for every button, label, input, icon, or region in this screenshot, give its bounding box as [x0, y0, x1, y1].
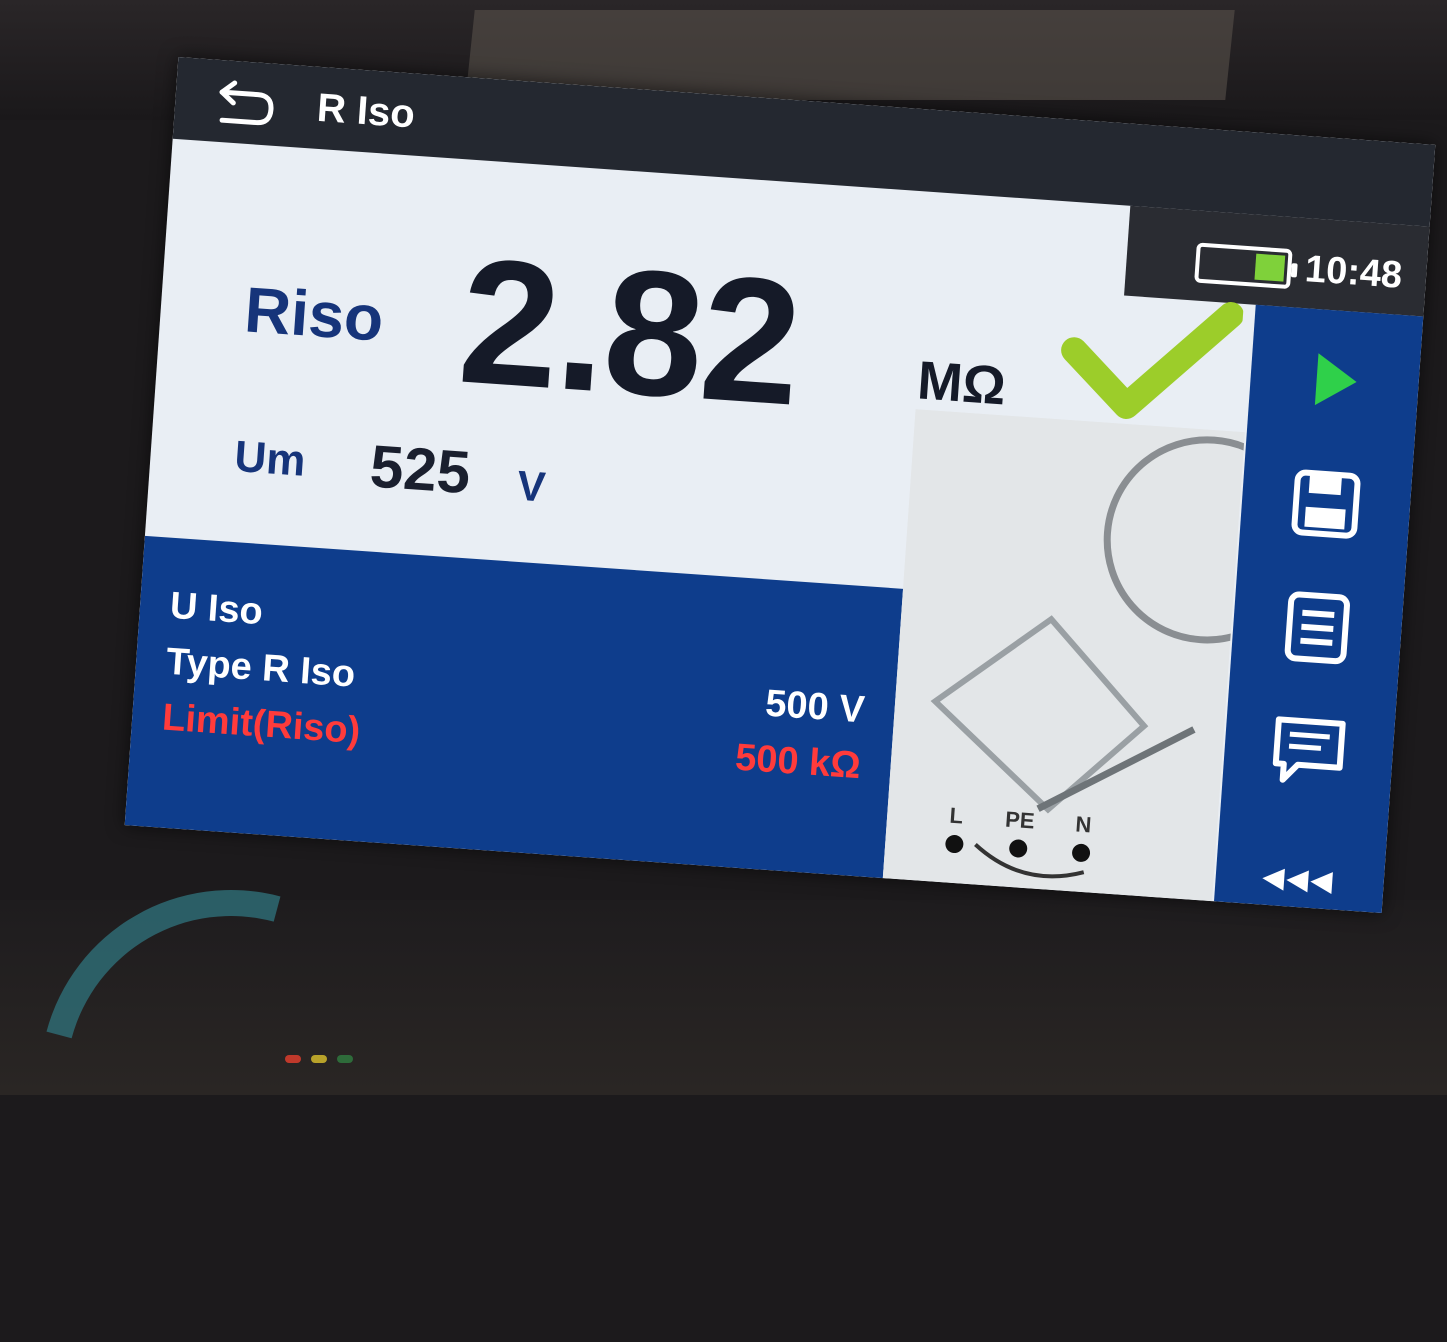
parameters-panel: U Iso Type R Iso 500 V Limit(Riso) 500 k…: [124, 535, 904, 879]
back-icon[interactable]: [212, 76, 279, 130]
result-unit: MΩ: [915, 350, 1008, 417]
param-name: Limit(Riso): [160, 696, 362, 752]
terminal-label: L: [948, 802, 964, 829]
terminal-n: N: [1071, 811, 1093, 863]
brand-logo-arc: [0, 820, 492, 1342]
screen-title: R Iso: [315, 85, 417, 137]
param-value: 500 kΩ: [733, 736, 863, 787]
param-name: U Iso: [168, 584, 265, 633]
terminal-socket-icon: [1008, 838, 1028, 859]
terminal-socket-icon: [1071, 843, 1092, 863]
list-icon: [1284, 591, 1350, 665]
collapse-sidebar-button[interactable]: ◂◂◂: [1262, 853, 1337, 904]
result-label: Riso: [242, 273, 386, 355]
start-button[interactable]: [1281, 327, 1388, 434]
um-unit: V: [515, 461, 547, 511]
param-name: Type R Iso: [164, 640, 357, 696]
list-button[interactable]: [1264, 574, 1371, 681]
um-value: 525: [367, 432, 473, 507]
save-icon: [1291, 469, 1361, 539]
comment-icon: [1272, 716, 1346, 783]
led-green: [337, 1055, 353, 1063]
terminal-socket-icon: [944, 834, 964, 854]
clock: 10:48: [1303, 248, 1404, 297]
status-leds: [285, 1055, 353, 1063]
terminal-pe: PE: [1003, 806, 1036, 859]
comment-button[interactable]: [1255, 698, 1362, 805]
terminal-connectors: L PE N: [944, 802, 1093, 863]
led-yellow: [311, 1055, 327, 1063]
device-screen: R Iso 10:48 Riso 2.82 MΩ Um 525 V U Iso …: [124, 56, 1436, 914]
battery-icon: [1193, 241, 1293, 289]
battery-level-fill: [1254, 253, 1286, 282]
terminal-l: L: [944, 802, 966, 854]
play-icon: [1314, 353, 1357, 406]
result-value: 2.82: [453, 220, 806, 443]
sidebar: ◂◂◂: [1214, 304, 1424, 914]
led-red: [285, 1055, 301, 1063]
save-button[interactable]: [1273, 451, 1380, 558]
terminal-label: N: [1074, 811, 1093, 838]
check-icon: [1061, 302, 1244, 419]
terminal-label: PE: [1004, 806, 1036, 834]
um-label: Um: [232, 431, 308, 486]
param-value: 500 V: [763, 682, 866, 731]
